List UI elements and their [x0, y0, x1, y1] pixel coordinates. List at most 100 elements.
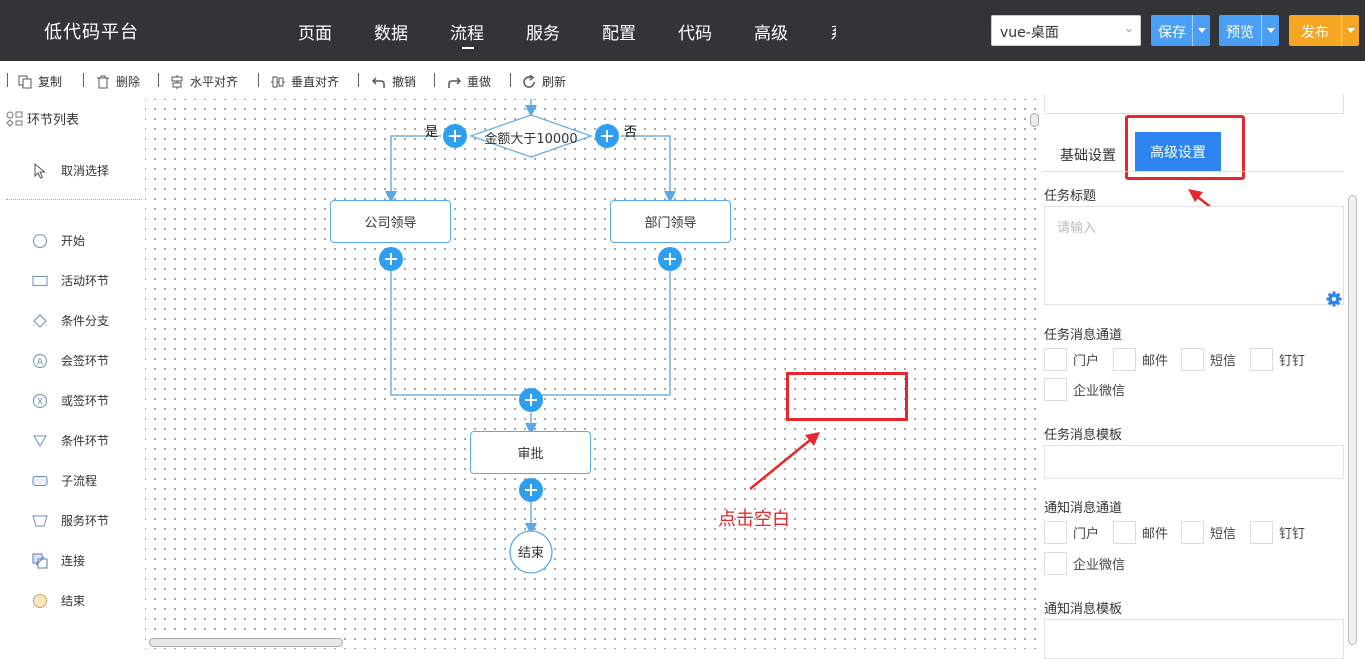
- toolbar-divider: [258, 73, 259, 87]
- checkbox[interactable]: [1250, 348, 1273, 371]
- palette-item-condition-node[interactable]: 条件环节: [32, 432, 109, 449]
- add-node-yes-button[interactable]: [443, 124, 467, 148]
- checkbox-label: 短信: [1210, 527, 1237, 542]
- nav-config[interactable]: 配置: [602, 19, 636, 44]
- checkbox[interactable]: [1181, 348, 1204, 371]
- flow-canvas[interactable]: 金额大于10000 是 否 公司领导 部门领导 审批 结束: [145, 99, 1040, 649]
- preview-button[interactable]: 预览: [1219, 15, 1279, 46]
- checkbox-label: 企业微信: [1073, 384, 1126, 399]
- nav-advanced[interactable]: 高级: [754, 19, 788, 44]
- palette-item-end[interactable]: 结束: [32, 592, 85, 609]
- task-channel-email[interactable]: 邮件: [1113, 348, 1168, 371]
- palette-item-label: 会签环节: [61, 354, 110, 368]
- env-select[interactable]: vue-桌面 ⌄: [991, 15, 1141, 46]
- approve-node[interactable]: 审批: [470, 431, 591, 474]
- refresh-icon: [523, 74, 535, 88]
- trash-icon: [97, 75, 109, 88]
- checkbox[interactable]: [1113, 521, 1136, 544]
- publish-button[interactable]: 发布: [1289, 15, 1359, 46]
- notify-template-label: 通知消息模板: [1044, 602, 1123, 617]
- publish-dropdown-icon[interactable]: [1341, 15, 1359, 46]
- palette-item-service[interactable]: 服务环节: [32, 512, 109, 529]
- palette-item-or-sign[interactable]: X 或签环节: [32, 392, 109, 409]
- notify-channel-portal[interactable]: 门户: [1044, 521, 1099, 544]
- palette-item-condition-branch[interactable]: 条件分支: [32, 312, 109, 329]
- palette-item-label: 开始: [61, 234, 86, 248]
- deselect-button[interactable]: 取消选择: [32, 162, 109, 179]
- nav-code[interactable]: 代码: [678, 19, 712, 44]
- task-template-input[interactable]: [1044, 445, 1344, 479]
- checkbox[interactable]: [1044, 378, 1067, 401]
- add-node-no-button[interactable]: [595, 124, 619, 148]
- redo-icon: [448, 76, 461, 88]
- delete-label: 删除: [116, 75, 141, 89]
- preview-dropdown-icon[interactable]: [1261, 15, 1279, 46]
- checkbox[interactable]: [1044, 552, 1067, 575]
- palette-item-connect[interactable]: 连接: [32, 552, 85, 569]
- circle-icon: [33, 233, 47, 248]
- redo-button[interactable]: 重做: [447, 73, 491, 90]
- save-dropdown-icon[interactable]: [1192, 15, 1210, 46]
- undo-button[interactable]: 撤销: [372, 73, 416, 90]
- nav-flow[interactable]: 流程: [450, 19, 484, 49]
- toolbar-divider: [83, 73, 84, 87]
- checkbox-label: 企业微信: [1073, 558, 1126, 573]
- palette-item-activity[interactable]: 活动环节: [32, 272, 109, 289]
- toolbar-divider: [158, 73, 159, 87]
- countersign-icon: A: [33, 353, 47, 368]
- task-channel-portal[interactable]: 门户: [1044, 348, 1099, 371]
- add-node-merge-button[interactable]: [519, 388, 543, 412]
- undo-label: 撤销: [392, 75, 417, 89]
- or-sign-icon: X: [33, 393, 47, 408]
- checkbox[interactable]: [1044, 521, 1067, 544]
- add-node-after-approve-button[interactable]: [519, 478, 543, 502]
- notify-channel-dingtalk[interactable]: 钉钉: [1250, 521, 1305, 544]
- task-channel-sms[interactable]: 短信: [1181, 348, 1236, 371]
- add-node-after-dept-button[interactable]: [658, 247, 682, 271]
- notify-channel-label: 通知消息通道: [1044, 501, 1123, 516]
- checkbox-label: 钉钉: [1279, 527, 1306, 542]
- tab-divider: [1042, 171, 1344, 172]
- gear-icon[interactable]: [1326, 291, 1342, 307]
- checkbox[interactable]: [1181, 521, 1204, 544]
- dept-leader-node[interactable]: 部门领导: [610, 200, 731, 243]
- checkbox[interactable]: [1044, 348, 1067, 371]
- checkbox[interactable]: [1113, 348, 1136, 371]
- task-title-input[interactable]: 请输入: [1044, 206, 1344, 307]
- toolbar-divider: [510, 73, 511, 87]
- nav-system-clipped[interactable]: 系: [830, 19, 836, 44]
- checkbox[interactable]: [1250, 521, 1273, 544]
- notify-template-input[interactable]: [1044, 619, 1344, 659]
- palette-item-subprocess[interactable]: 子流程: [32, 472, 97, 489]
- notify-channel-sms[interactable]: 短信: [1181, 521, 1236, 544]
- refresh-button[interactable]: 刷新: [522, 73, 566, 90]
- properties-scrollbar[interactable]: [1348, 195, 1357, 645]
- toolbar-divider: [7, 73, 8, 87]
- palette-item-countersign[interactable]: A 会签环节: [32, 352, 109, 369]
- nav-service[interactable]: 服务: [526, 19, 560, 44]
- nav-page[interactable]: 页面: [298, 19, 332, 44]
- valign-button[interactable]: 垂直对齐: [271, 73, 339, 90]
- highlight-blank-area: [786, 372, 908, 421]
- tab-advanced-settings[interactable]: 高级设置: [1135, 132, 1221, 172]
- valign-label: 垂直对齐: [291, 75, 340, 89]
- panel-top-field[interactable]: [1044, 94, 1344, 114]
- copy-button[interactable]: 复制: [18, 73, 62, 90]
- palette-item-label: 活动环节: [61, 274, 110, 288]
- save-button[interactable]: 保存: [1151, 15, 1210, 46]
- env-select-value: vue-桌面: [1000, 25, 1059, 41]
- delete-button[interactable]: 删除: [96, 73, 140, 90]
- nav-data[interactable]: 数据: [374, 19, 408, 44]
- task-channel-dingtalk[interactable]: 钉钉: [1250, 348, 1305, 371]
- add-node-after-company-button[interactable]: [379, 247, 403, 271]
- notify-channel-email[interactable]: 邮件: [1113, 521, 1168, 544]
- panel-resize-handle[interactable]: [1030, 113, 1039, 127]
- palette-item-start[interactable]: 开始: [32, 232, 85, 249]
- halign-button[interactable]: 水平对齐: [170, 73, 238, 90]
- tab-basic-settings[interactable]: 基础设置: [1060, 145, 1116, 165]
- task-channel-wecom[interactable]: 企业微信: [1044, 378, 1125, 401]
- company-leader-node[interactable]: 公司领导: [330, 200, 451, 243]
- canvas-horizontal-scrollbar[interactable]: [149, 638, 343, 647]
- annotation-text: 点击空白: [718, 509, 790, 530]
- notify-channel-wecom[interactable]: 企业微信: [1044, 552, 1125, 575]
